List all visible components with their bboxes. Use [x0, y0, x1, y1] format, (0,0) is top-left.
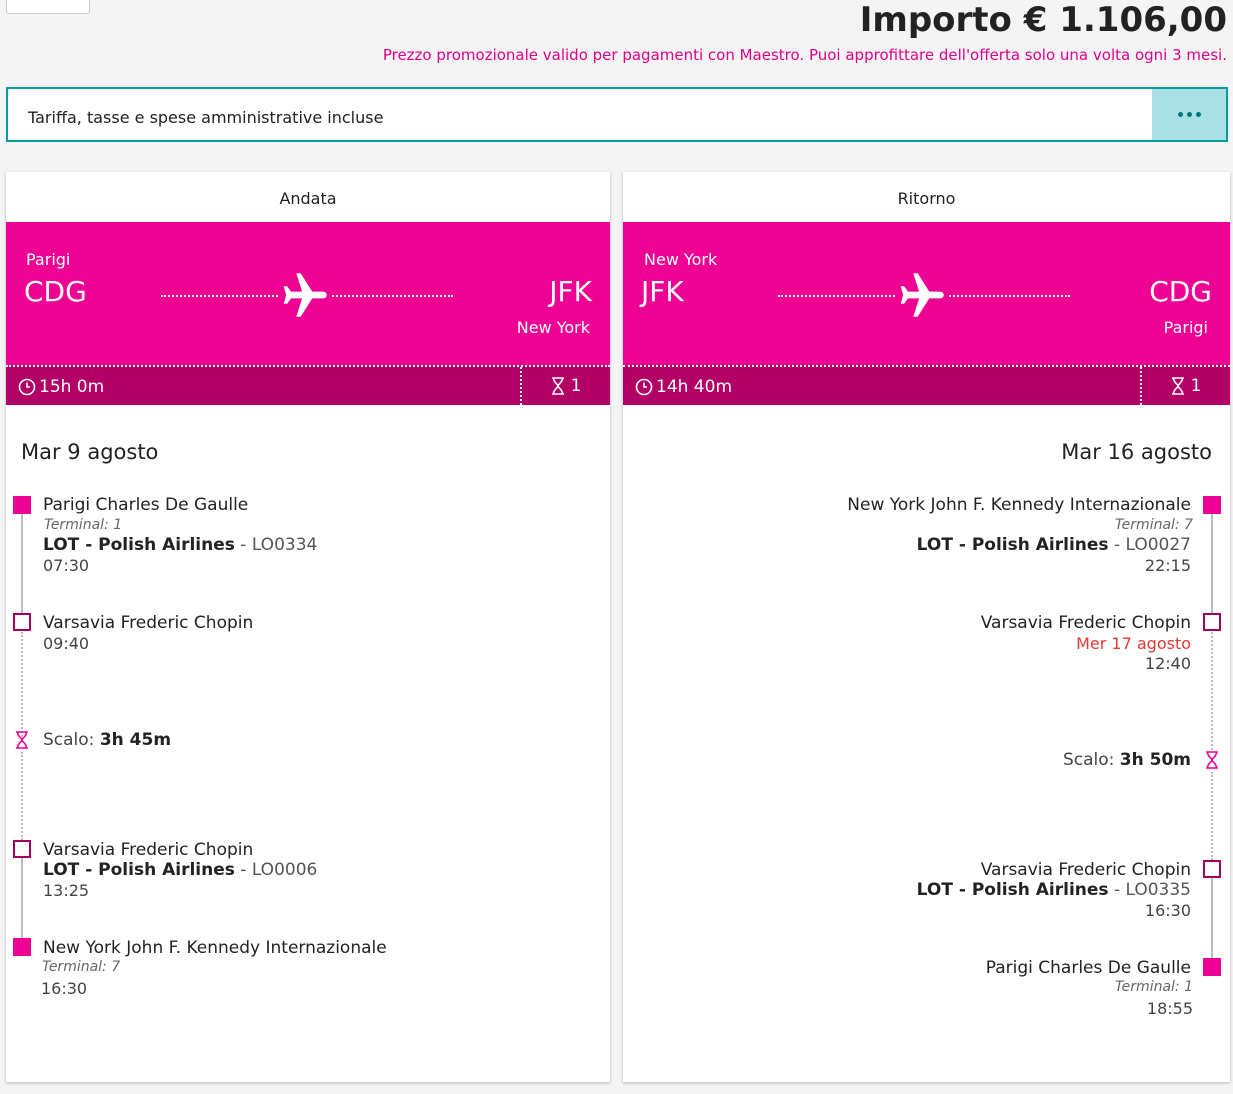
departure-marker [1203, 496, 1221, 514]
airline-name: LOT - Polish Airlines [916, 880, 1109, 900]
layover-duration: 3h 45m [99, 730, 172, 750]
return-route-banner: New York JFK CDG Parigi [623, 222, 1230, 365]
origin-code: JFK [641, 275, 684, 308]
airport-name: Parigi Charles De Gaulle [43, 495, 249, 515]
hourglass-icon [1206, 751, 1218, 769]
date-change-note: Mer 17 agosto [1076, 634, 1191, 653]
total-price: Importo € 1.106,00 [859, 0, 1227, 40]
destination-city: New York [516, 318, 590, 337]
airport-name: Varsavia Frederic Chopin [980, 613, 1191, 633]
airport-name: New York John F. Kennedy Internazionale [43, 938, 387, 958]
outbound-title: Andata [279, 189, 337, 208]
total-duration: 14h 40m [656, 377, 733, 397]
outbound-card: Andata Parigi CDG JFK New York 15h 0m 1 … [6, 172, 610, 1082]
outbound-route-banner: Parigi CDG JFK New York [6, 222, 610, 365]
hourglass-icon [1171, 377, 1184, 395]
airline-name: LOT - Polish Airlines [916, 535, 1109, 555]
departure-marker [13, 496, 31, 514]
tariff-bar: Tariffa, tasse e spese amministrative in… [6, 87, 1228, 142]
flight-number: - LO0006 [234, 860, 318, 880]
stops-count: 1 [570, 376, 582, 396]
arrival-marker [1203, 958, 1221, 976]
timeline-dotted-line [21, 632, 23, 740]
terminal: Terminal: 7 [42, 959, 121, 975]
tariff-note: Tariffa, tasse e spese amministrative in… [28, 108, 384, 127]
origin-code: CDG [24, 275, 87, 308]
top-partial-button[interactable] [6, 0, 90, 14]
total-duration: 15h 0m [39, 377, 105, 397]
terminal: Terminal: 1 [1114, 979, 1193, 995]
timeline-line [1211, 512, 1213, 616]
hourglass-icon [16, 731, 28, 749]
flight-number: - LO0335 [1108, 880, 1191, 900]
timeline-dotted-line [1211, 632, 1213, 750]
outbound-date: Mar 9 agosto [21, 440, 159, 464]
layover-info: Scalo: 3h 45m [43, 730, 172, 750]
departure-time: 22:15 [1144, 556, 1191, 575]
arrival-time: 18:55 [1146, 999, 1193, 1018]
departure-time: 13:25 [43, 881, 90, 900]
clock-icon [18, 378, 36, 396]
return-date: Mar 16 agosto [1061, 440, 1212, 464]
arrival-marker [13, 938, 31, 956]
ellipsis-icon [1177, 112, 1183, 117]
airline-name: LOT - Polish Airlines [43, 535, 235, 555]
stopover-marker [13, 840, 31, 858]
departure-time: 07:30 [43, 556, 90, 575]
airport-name: Varsavia Frederic Chopin [43, 613, 254, 633]
airport-name: Parigi Charles De Gaulle [985, 958, 1191, 978]
arrival-time: 16:30 [41, 979, 88, 998]
stopover-marker [13, 613, 31, 631]
timeline-line [1211, 877, 1213, 965]
timeline-dotted-line [1211, 772, 1213, 860]
layover-info: Scalo: 3h 50m [1062, 750, 1191, 770]
terminal: Terminal: 7 [1114, 517, 1193, 533]
airport-name: Varsavia Frederic Chopin [43, 840, 254, 860]
arrival-time: 12:40 [1144, 654, 1191, 673]
more-options-button[interactable] [1152, 89, 1226, 140]
plane-icon [895, 273, 949, 317]
airline-name: LOT - Polish Airlines [43, 860, 235, 880]
flight-number: - LO0334 [234, 535, 318, 555]
return-card: Ritorno New York JFK CDG Parigi 14h 40m … [623, 172, 1230, 1082]
timeline-dotted-line [21, 752, 23, 840]
stops-count: 1 [1190, 376, 1202, 396]
destination-code: CDG [1149, 275, 1212, 308]
airport-name: Varsavia Frederic Chopin [980, 860, 1191, 880]
airport-name: New York John F. Kennedy Internazionale [847, 495, 1191, 515]
outbound-summary: 15h 0m 1 [6, 365, 610, 405]
timeline-line [21, 857, 23, 945]
stopover-marker [1203, 860, 1221, 878]
destination-city: Parigi [1163, 318, 1208, 337]
origin-city: New York [644, 250, 718, 269]
timeline-line [21, 512, 23, 616]
return-summary: 14h 40m 1 [623, 365, 1230, 405]
terminal: Terminal: 1 [44, 517, 123, 533]
origin-city: Parigi [26, 250, 71, 269]
plane-icon [278, 273, 332, 317]
return-title: Ritorno [897, 189, 956, 208]
arrival-time: 09:40 [43, 634, 90, 653]
clock-icon [635, 378, 653, 396]
promo-note: Prezzo promozionale valido per pagamenti… [382, 46, 1227, 64]
destination-code: JFK [549, 275, 592, 308]
hourglass-icon [551, 377, 564, 395]
layover-duration: 3h 50m [1119, 750, 1191, 770]
flight-number: - LO0027 [1108, 535, 1191, 555]
departure-time: 16:30 [1144, 901, 1191, 920]
stopover-marker [1203, 613, 1221, 631]
